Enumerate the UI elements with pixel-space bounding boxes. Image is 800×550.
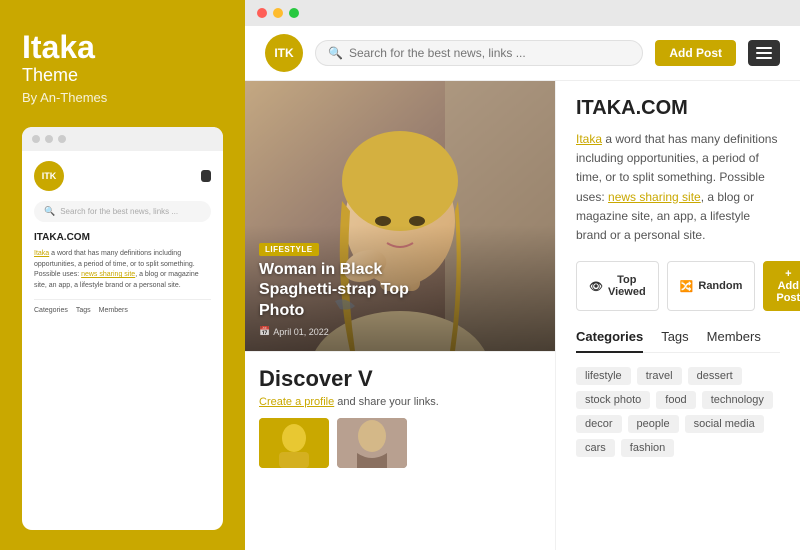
top-viewed-button[interactable]: 👁 Top Viewed [576, 261, 659, 311]
tags-container: lifestyle travel dessert stock photo foodtec… [576, 367, 780, 457]
search-input[interactable] [349, 46, 630, 60]
tag-item[interactable]: cars [576, 439, 615, 457]
content-right: ITAKA.COM Itaka a word that has many def… [555, 81, 800, 550]
hamburger-line [756, 57, 772, 59]
thumbnail-1[interactable] [259, 418, 329, 468]
discover-thumbnails [259, 418, 541, 468]
tag-item[interactable]: technology [702, 391, 773, 409]
calendar-icon: 📅 [259, 326, 270, 337]
discover-subtitle-end: and share your links. [334, 396, 439, 408]
sidebar-tabs: Categories Tags Members [576, 329, 780, 353]
mini-header: ITK [34, 161, 211, 191]
mini-search-bar[interactable]: 🔍 Search for the best news, links ... [34, 201, 211, 222]
discover-section: Discover V Create a profile and share yo… [245, 351, 555, 482]
mini-dot-3 [58, 135, 66, 143]
hero-title: Woman in Black Spaghetti-strap Top Photo [259, 260, 541, 322]
chrome-dot-red [257, 8, 267, 18]
mini-content: ITK 🔍 Search for the best news, links ..… [22, 151, 223, 324]
mini-link-news[interactable]: news sharing site [81, 271, 135, 278]
site-logo: ITK [265, 34, 303, 72]
tab-categories[interactable]: Categories [576, 329, 643, 353]
shuffle-icon: 🔀 [680, 280, 694, 293]
sidebar-description: Itaka a word that has many definitions i… [576, 130, 780, 245]
sidebar-actions: 👁 Top Viewed 🔀 Random + Add Post [576, 261, 780, 311]
eye-icon: 👁 [589, 280, 603, 293]
sidebar-add-post-button[interactable]: + Add Post [763, 261, 800, 311]
mini-nav: Categories Tags Members [34, 299, 211, 314]
site-content: LIFESTYLE Woman in Black Spaghetti-strap… [245, 81, 800, 550]
sidebar-site-title: ITAKA.COM [576, 97, 780, 120]
add-post-button[interactable]: Add Post [655, 40, 736, 66]
tag-item[interactable]: travel [637, 367, 682, 385]
mini-dot-1 [32, 135, 40, 143]
hero-image: LIFESTYLE Woman in Black Spaghetti-strap… [245, 81, 555, 351]
sidebar-link-itaka[interactable]: Itaka [576, 132, 602, 146]
tag-item[interactable]: decor [576, 415, 622, 433]
browser-chrome [245, 0, 800, 26]
hero-overlay: LIFESTYLE Woman in Black Spaghetti-strap… [245, 225, 555, 351]
chrome-dot-green [289, 8, 299, 18]
tag-item[interactable]: social media [685, 415, 764, 433]
tab-members[interactable]: Members [707, 329, 761, 344]
mini-search-icon: 🔍 [44, 206, 55, 217]
brand-subtitle: Theme [22, 65, 223, 86]
hamburger-button[interactable] [748, 40, 780, 66]
mini-link-itaka[interactable]: Itaka [34, 250, 49, 257]
tab-tags[interactable]: Tags [661, 329, 688, 344]
sidebar-link-news[interactable]: news sharing site [608, 190, 701, 204]
thumbnail-2[interactable] [337, 418, 407, 468]
chrome-dot-yellow [273, 8, 283, 18]
mini-nav-categories[interactable]: Categories [34, 307, 68, 314]
mini-description: Itaka a word that has many definitions i… [34, 249, 211, 291]
mini-search-placeholder: Search for the best news, links ... [60, 207, 178, 216]
tag-item[interactable]: food [656, 391, 695, 409]
mini-nav-members[interactable]: Members [99, 307, 128, 314]
create-profile-link[interactable]: Create a profile [259, 396, 334, 408]
random-button[interactable]: 🔀 Random [667, 261, 756, 311]
hero-date: 📅 April 01, 2022 [259, 326, 541, 337]
mini-browser-bar [22, 127, 223, 151]
mini-dot-2 [45, 135, 53, 143]
right-panel: ITK 🔍 Add Post [245, 0, 800, 550]
thumb-svg-2 [337, 418, 407, 468]
tag-item[interactable]: lifestyle [576, 367, 631, 385]
search-icon: 🔍 [328, 46, 343, 60]
tag-item[interactable]: dessert [688, 367, 742, 385]
left-panel: Itaka Theme By An-Themes ITK 🔍 Search fo… [0, 0, 245, 550]
thumb-svg-1 [259, 418, 329, 468]
discover-title: Discover V [259, 366, 541, 392]
lifestyle-badge: LIFESTYLE [259, 243, 319, 256]
mini-logo: ITK [34, 161, 64, 191]
site-search-bar[interactable]: 🔍 [315, 40, 643, 66]
hamburger-line [756, 52, 772, 54]
content-left: LIFESTYLE Woman in Black Spaghetti-strap… [245, 81, 555, 550]
tag-item[interactable]: fashion [621, 439, 674, 457]
mini-site-title: ITAKA.COM [34, 232, 211, 243]
brand-title: Itaka [22, 30, 223, 65]
mini-nav-tags[interactable]: Tags [76, 307, 91, 314]
hamburger-line [756, 47, 772, 49]
tag-item[interactable]: stock photo [576, 391, 650, 409]
discover-subtitle: Create a profile and share your links. [259, 392, 541, 410]
tag-item[interactable]: people [628, 415, 679, 433]
site-header: ITK 🔍 Add Post [245, 26, 800, 81]
brand-by: By An-Themes [22, 90, 223, 105]
mini-hamburger-button[interactable] [201, 170, 211, 182]
mini-browser: ITK 🔍 Search for the best news, links ..… [22, 127, 223, 530]
